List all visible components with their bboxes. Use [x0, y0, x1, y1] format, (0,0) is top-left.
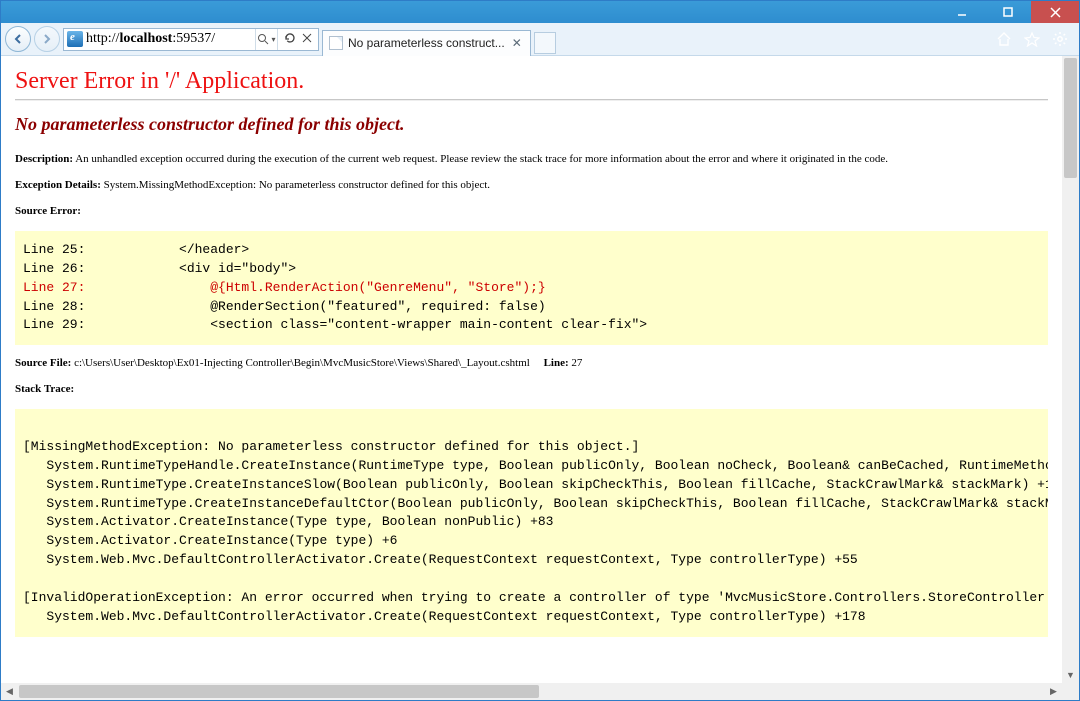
- maximize-button[interactable]: [985, 1, 1031, 23]
- hscroll-thumb[interactable]: [19, 685, 539, 698]
- new-tab-button[interactable]: [534, 32, 556, 54]
- description-row: Description: An unhandled exception occu…: [15, 153, 1048, 165]
- stack-trace-label: Stack Trace:: [15, 383, 1048, 395]
- line-number: 27: [571, 357, 582, 369]
- refresh-button[interactable]: [284, 32, 296, 47]
- tab-active[interactable]: No parameterless construct... ✕: [322, 30, 531, 56]
- browser-chrome: http://localhost:59537/ ▾ No parameterle…: [1, 1, 1079, 56]
- ie-icon: [67, 31, 83, 47]
- vscroll-thumb[interactable]: [1064, 58, 1077, 178]
- url-text: http://localhost:59537/: [86, 31, 255, 47]
- description-label: Description:: [15, 153, 73, 165]
- src-line-29: Line 29: <section class="content-wrapper…: [23, 317, 647, 332]
- stack-trace-box: [MissingMethodException: No parameterles…: [15, 409, 1048, 636]
- source-file-path: c:\Users\User\Desktop\Ex01-Injecting Con…: [74, 357, 530, 369]
- url-port: :59537/: [172, 31, 215, 46]
- back-button[interactable]: [5, 26, 31, 52]
- error-page: Server Error in '/' Application. No para…: [1, 56, 1062, 683]
- stop-button[interactable]: [302, 32, 312, 46]
- browser-window: http://localhost:59537/ ▾ No parameterle…: [0, 0, 1080, 701]
- exception-text: System.MissingMethodException: No parame…: [104, 179, 490, 191]
- vertical-scrollbar[interactable]: ▲ ▼: [1062, 56, 1079, 683]
- close-button[interactable]: [1031, 1, 1079, 23]
- src-line-28: Line 28: @RenderSection("featured", requ…: [23, 299, 546, 314]
- src-line-26: Line 26: <div id="body">: [23, 261, 296, 276]
- right-controls: [995, 23, 1075, 55]
- viewport: Server Error in '/' Application. No para…: [1, 56, 1079, 700]
- addr-tools: [277, 29, 318, 50]
- line-label: Line:: [544, 357, 569, 369]
- source-file-label: Source File:: [15, 357, 71, 369]
- toolbar: http://localhost:59537/ ▾ No parameterle…: [1, 23, 1079, 56]
- tab-close-button[interactable]: ✕: [510, 36, 524, 50]
- error-subtitle: No parameterless constructor defined for…: [15, 114, 1048, 135]
- description-text: An unhandled exception occurred during t…: [75, 153, 888, 165]
- source-code-box: Line 25: </header> Line 26: <div id="bod…: [15, 231, 1048, 345]
- source-error-label: Source Error:: [15, 205, 1048, 217]
- scroll-right-arrow[interactable]: ▶: [1045, 683, 1062, 700]
- scroll-down-arrow[interactable]: ▼: [1062, 666, 1079, 683]
- minimize-button[interactable]: [939, 1, 985, 23]
- title-separator: [15, 99, 1048, 100]
- window-titlebar: [1, 1, 1079, 23]
- scroll-corner: [1062, 683, 1079, 700]
- settings-icon[interactable]: [1051, 30, 1069, 48]
- horizontal-scrollbar[interactable]: ◀ ▶: [1, 683, 1062, 700]
- exception-row: Exception Details: System.MissingMethodE…: [15, 179, 1048, 191]
- src-line-25: Line 25: </header>: [23, 242, 249, 257]
- page-icon: [329, 36, 343, 50]
- favorites-icon[interactable]: [1023, 30, 1041, 48]
- tab-title: No parameterless construct...: [348, 36, 505, 50]
- exception-label: Exception Details:: [15, 179, 101, 191]
- scroll-left-arrow[interactable]: ◀: [1, 683, 18, 700]
- source-file-row: Source File: c:\Users\User\Desktop\Ex01-…: [15, 357, 1048, 369]
- address-bar[interactable]: http://localhost:59537/ ▾: [63, 28, 319, 51]
- src-line-27: Line 27: @{Html.RenderAction("GenreMenu"…: [23, 280, 546, 295]
- home-icon[interactable]: [995, 30, 1013, 48]
- forward-button[interactable]: [34, 26, 60, 52]
- page-title: Server Error in '/' Application.: [15, 68, 1048, 95]
- url-host: localhost: [119, 31, 172, 46]
- url-prefix: http://: [86, 31, 119, 46]
- search-button[interactable]: ▾: [255, 29, 277, 50]
